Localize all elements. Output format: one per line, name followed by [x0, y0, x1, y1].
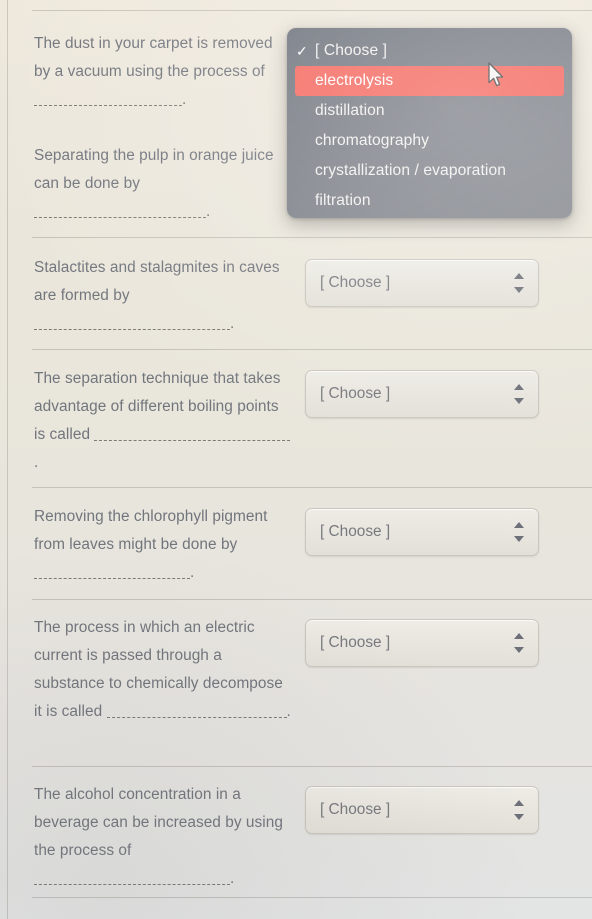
question-prompt-2: Separating the pulp in orange juice can …: [34, 147, 274, 192]
answer-select-3[interactable]: [ Choose ]: [305, 259, 539, 307]
question-prompt-7: The alcohol concentration in a beverage …: [34, 786, 283, 859]
dropdown-option-chromatography[interactable]: chromatography: [287, 126, 572, 156]
question-suffix-4: .: [34, 454, 39, 471]
question-text-3: Stalactites and stalagmites in caves are…: [34, 254, 292, 338]
question-suffix-3: .: [230, 315, 235, 332]
dropdown-option-label: chromatography: [315, 132, 430, 149]
answer-blank-5: [34, 563, 190, 579]
question-text-4: The separation technique that takes adva…: [34, 365, 292, 477]
chevron-up-down-icon: [514, 633, 524, 653]
answer-blank-7: [34, 869, 230, 885]
answer-blank-1: [34, 90, 182, 106]
dropdown-option-label: crystallization / evaporation: [315, 162, 506, 179]
page-left-margin-rule: [7, 0, 8, 919]
row-divider: [32, 766, 592, 767]
answer-blank-4: [94, 425, 291, 441]
answer-select-value-6: [ Choose ]: [320, 634, 391, 651]
answer-dropdown-menu[interactable]: ✓ [ Choose ] electrolysis distillation c…: [287, 28, 572, 218]
question-text-5: Removing the chlorophyll pigment from le…: [34, 503, 292, 587]
dropdown-option-crystallization-evaporation[interactable]: crystallization / evaporation: [287, 156, 572, 186]
dropdown-option-choose[interactable]: ✓ [ Choose ]: [287, 36, 572, 66]
question-suffix-6: .: [286, 703, 291, 720]
chevron-up-down-icon: [514, 800, 524, 820]
answer-select-5[interactable]: [ Choose ]: [305, 508, 539, 556]
row-divider: [32, 897, 592, 898]
question-prompt-1: The dust in your carpet is removed by a …: [34, 35, 273, 80]
dropdown-option-distillation[interactable]: distillation: [287, 96, 572, 126]
question-text-7: The alcohol concentration in a beverage …: [34, 781, 292, 893]
row-divider: [32, 349, 592, 350]
row-divider: [32, 10, 592, 11]
answer-blank-3: [34, 314, 230, 330]
answer-select-value-7: [ Choose ]: [320, 801, 391, 818]
question-text-2: Separating the pulp in orange juice can …: [34, 142, 292, 226]
question-suffix-1: .: [182, 91, 187, 108]
answer-select-value-5: [ Choose ]: [320, 523, 391, 540]
answer-select-value-4: [ Choose ]: [320, 385, 391, 402]
answer-blank-6: [106, 702, 287, 718]
dropdown-option-label: distillation: [315, 102, 385, 119]
dropdown-option-label: electrolysis: [315, 72, 394, 89]
answer-select-7[interactable]: [ Choose ]: [305, 786, 539, 834]
question-suffix-5: .: [190, 564, 195, 581]
chevron-up-down-icon: [514, 273, 524, 293]
chevron-up-down-icon: [514, 522, 524, 542]
answer-blank-2: [34, 202, 206, 218]
question-text-1: The dust in your carpet is removed by a …: [34, 30, 292, 114]
answer-select-6[interactable]: [ Choose ]: [305, 619, 539, 667]
answer-select-4[interactable]: [ Choose ]: [305, 370, 539, 418]
answer-select-value-3: [ Choose ]: [320, 274, 391, 291]
question-prompt-5: Removing the chlorophyll pigment from le…: [34, 508, 268, 553]
chevron-up-down-icon: [514, 384, 524, 404]
dropdown-option-filtration[interactable]: filtration: [287, 186, 572, 216]
dropdown-option-electrolysis[interactable]: electrolysis: [295, 66, 564, 96]
question-suffix-2: .: [206, 203, 211, 220]
question-suffix-7: .: [230, 870, 235, 887]
row-divider: [32, 599, 592, 600]
question-text-6: The process in which an electric current…: [34, 614, 292, 726]
dropdown-option-label: [ Choose ]: [315, 42, 388, 59]
row-divider: [32, 237, 592, 238]
dropdown-option-label: filtration: [315, 192, 371, 209]
row-divider: [32, 487, 592, 488]
check-icon: ✓: [296, 43, 308, 59]
quiz-page: The dust in your carpet is removed by a …: [0, 0, 592, 919]
question-prompt-3: Stalactites and stalagmites in caves are…: [34, 259, 280, 304]
